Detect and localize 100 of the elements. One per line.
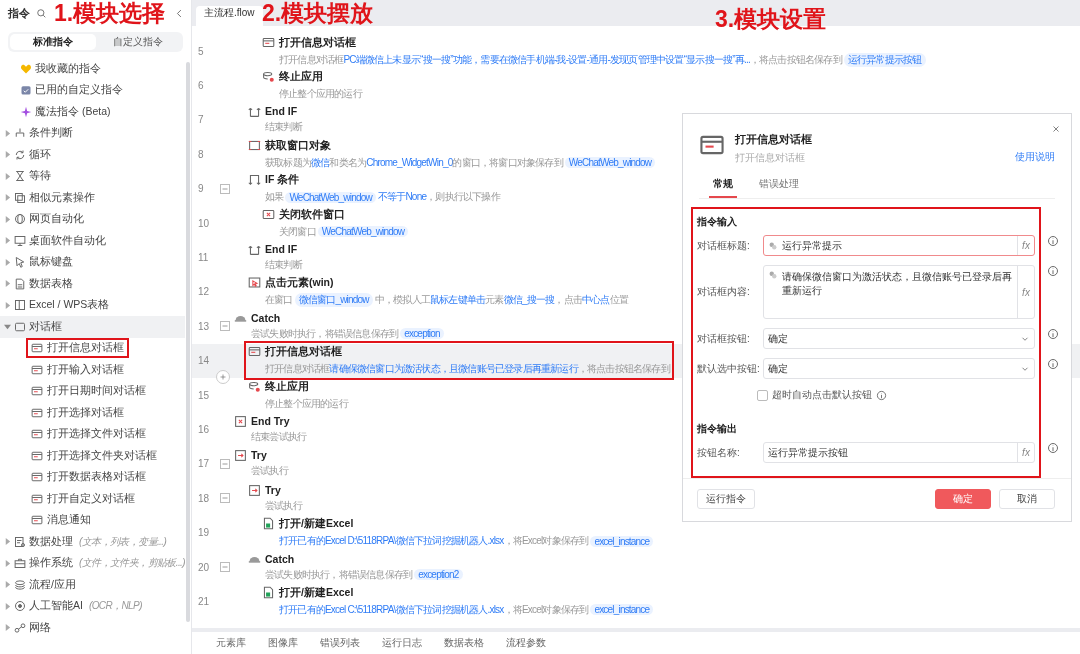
- close-icon: [1051, 124, 1061, 134]
- step-title: 点击元素(win): [265, 276, 335, 291]
- shortcut-item[interactable]: 已用的自定义指令: [0, 79, 185, 101]
- branch-arrows-icon: [248, 173, 261, 187]
- square-x-icon: [234, 415, 247, 428]
- category-item[interactable]: 网络: [0, 617, 185, 639]
- category-item[interactable]: 网页自动化: [0, 208, 185, 230]
- network-icon: [14, 621, 26, 634]
- category-item[interactable]: 等待: [0, 165, 185, 187]
- category-item[interactable]: 条件判断: [0, 122, 185, 144]
- field-label: 默认选中按钮:: [697, 361, 761, 376]
- field-label: 对话框标题:: [697, 238, 751, 253]
- line-number: 18: [197, 492, 211, 504]
- collapse-toggle[interactable]: [220, 562, 230, 573]
- text-field[interactable]: 请确保微信窗口为激活状态，且微信账号已登录后再重新运行 fx: [763, 265, 1035, 319]
- help-link[interactable]: 使用说明: [1015, 150, 1055, 164]
- command-item[interactable]: 打开选择文件对话框: [28, 426, 149, 443]
- panel-tab[interactable]: 元素库: [216, 636, 246, 650]
- category-item[interactable]: 数据表格: [0, 273, 185, 295]
- panel-tab[interactable]: 图像库: [268, 636, 298, 650]
- message-window-icon: [31, 514, 43, 527]
- step-description: 尝试执行: [251, 464, 288, 479]
- command-item[interactable]: 消息通知: [28, 512, 94, 529]
- caret-icon: [4, 151, 11, 159]
- command-item[interactable]: 打开输入对话框: [28, 361, 127, 378]
- line-number: 13: [197, 320, 211, 332]
- close-window-icon: [262, 207, 275, 221]
- dialog-subtitle: 打开信息对话框: [735, 151, 806, 165]
- message-window-icon: [31, 342, 43, 355]
- collapse-toggle[interactable]: [220, 183, 230, 194]
- document-icon: [14, 535, 26, 548]
- command-item[interactable]: 打开选择对话框: [28, 404, 127, 421]
- text-field[interactable]: 运行异常提示 fx: [763, 235, 1035, 256]
- window-icon: [14, 320, 26, 333]
- panel-tab[interactable]: 标准指令: [10, 34, 96, 50]
- layers-icon: [14, 578, 26, 591]
- category-item[interactable]: 对话框: [0, 316, 185, 338]
- category-item[interactable]: 操作系统 (文件，文件夹，剪贴板...): [0, 552, 185, 574]
- checkbox[interactable]: [757, 389, 768, 401]
- shortcut-item[interactable]: 魔法指令 (Beta): [0, 101, 185, 123]
- section-title: 指令输入: [697, 215, 738, 229]
- panel-title: 指令: [8, 5, 30, 21]
- field-label: 对话框按钮:: [697, 331, 751, 346]
- panel-tab[interactable]: 自定义指令: [95, 34, 181, 50]
- collapse-toggle[interactable]: [220, 321, 230, 332]
- annotation-label: 3.模块设置: [715, 8, 827, 31]
- step-title: 打开/新建Excel: [279, 585, 355, 600]
- category-item[interactable]: 数据处理 (文本，列表，变量...): [0, 531, 185, 553]
- dialog-tab[interactable]: 常规: [709, 177, 737, 198]
- step-title: 获取窗口对象: [265, 138, 332, 153]
- step-title: End IF: [265, 243, 299, 256]
- category-item[interactable]: 桌面软件自动化: [0, 230, 185, 252]
- info-icon: [876, 389, 887, 401]
- dialog-button[interactable]: 取消: [999, 489, 1055, 509]
- command-item[interactable]: 打开日期时间对话框: [28, 383, 149, 400]
- category-item[interactable]: 人工智能AI (OCR，NLP): [0, 595, 185, 617]
- category-item[interactable]: 相似元素操作: [0, 187, 185, 209]
- command-item[interactable]: 打开选择文件夹对话框: [28, 447, 160, 464]
- dropdown[interactable]: 确定: [763, 358, 1035, 379]
- collapse-toggle[interactable]: [220, 458, 230, 469]
- field-label: 按钮名称:: [697, 445, 741, 460]
- shortcut-item[interactable]: 我收藏的指令: [0, 58, 185, 80]
- line-number: 21: [197, 595, 211, 607]
- category-item[interactable]: 循环: [0, 144, 185, 166]
- loop-icon: [14, 148, 26, 161]
- panel-tab[interactable]: 运行日志: [382, 636, 422, 650]
- step-description: 尝试失败时执行，将错误信息保存到 exception2: [265, 567, 465, 582]
- line-number: 19: [197, 527, 211, 539]
- message-window-icon: [262, 35, 275, 49]
- caret-icon: [4, 301, 11, 309]
- command-item[interactable]: 打开自定义对话框: [28, 490, 138, 507]
- category-item[interactable]: 鼠标键盘: [0, 251, 185, 273]
- briefcase-icon: [14, 557, 26, 570]
- caret-icon: [4, 323, 11, 331]
- step-description: 打开信息对话框PC端微信上未显示“搜一搜”功能，需要在微信手机端-我-设置-通用-发现页管理中设置“显示搜一搜”再...，将点击按钮名保存到 运行异常提示按钮: [279, 52, 928, 67]
- category-item[interactable]: Excel / WPS表格: [0, 294, 185, 316]
- add-button[interactable]: [216, 369, 230, 384]
- line-number: 6: [197, 80, 205, 92]
- step-title: Try: [265, 483, 282, 496]
- text-field[interactable]: 运行异常提示按钮 fx: [763, 442, 1035, 463]
- collapse-toggle[interactable]: [220, 493, 230, 504]
- panel-tab[interactable]: 数据表格: [444, 636, 484, 650]
- message-window-icon: [248, 345, 261, 359]
- category-item[interactable]: 流程/应用: [0, 574, 185, 596]
- panel-tab[interactable]: 流程参数: [506, 636, 546, 650]
- caret-icon: [4, 172, 11, 180]
- stop-stack-icon: [248, 379, 261, 393]
- step-description: 打开已有的Excel C:\5118RPA\微信下拉词挖掘机器人.xlsx，将Excel对象保存到 excel_instance: [279, 602, 656, 617]
- caret-icon: [4, 237, 11, 245]
- dropdown[interactable]: 确定: [763, 328, 1035, 349]
- dialog-tab[interactable]: 错误处理: [755, 177, 803, 198]
- file-tab[interactable]: 主流程.flow: [196, 6, 263, 26]
- command-item[interactable]: 打开信息对话框: [28, 340, 127, 357]
- step-title: 打开/新建Excel: [279, 517, 355, 532]
- step-title: End Try: [251, 415, 291, 427]
- command-item[interactable]: 打开数据表格对话框: [28, 469, 149, 486]
- merge-arrows-icon: [248, 105, 261, 119]
- message-window-icon: [31, 492, 43, 505]
- panel-tab[interactable]: 错误列表: [320, 636, 360, 650]
- dialog-button[interactable]: 运行指令: [697, 489, 755, 509]
